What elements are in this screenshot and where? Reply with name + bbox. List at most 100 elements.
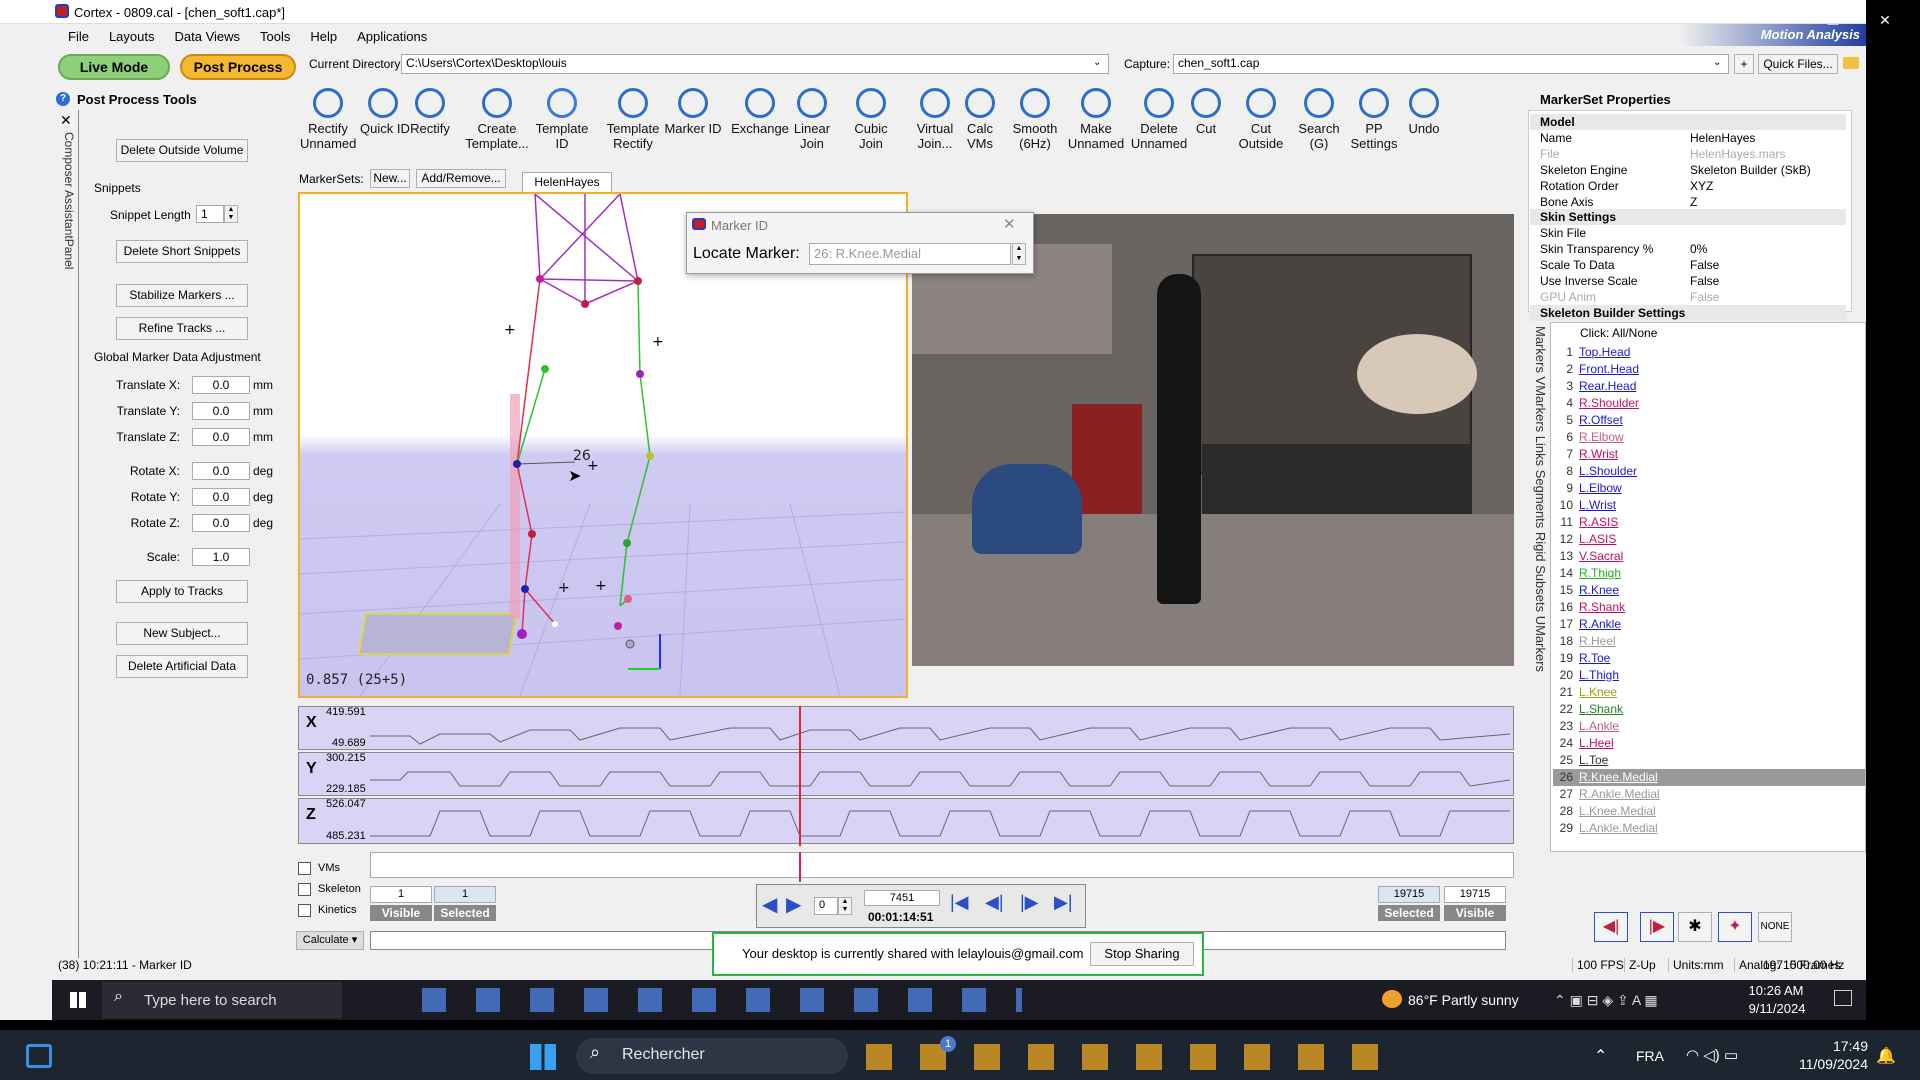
help-icon[interactable]: ? <box>56 92 70 106</box>
skeleton-checkbox[interactable] <box>298 883 311 896</box>
marker-list-item[interactable]: 2 Front.Head <box>1553 361 1865 378</box>
rotate-x-input[interactable]: 0.0 <box>192 462 250 480</box>
current-directory-field[interactable]: C:\Users\Cortex\Desktop\louis <box>401 54 1109 74</box>
step-back-icon[interactable]: ◀| <box>985 892 1004 913</box>
menu-layouts[interactable]: Layouts <box>109 26 155 48</box>
network-volume-battery-icons[interactable]: ◠ ◁) ▭ <box>1686 1046 1738 1064</box>
locate-marker-stepper[interactable]: ▲ ▼ <box>1012 243 1026 265</box>
next-marker-button[interactable]: |▶ <box>1640 912 1674 942</box>
marker-list-item[interactable]: 23 L.Ankle <box>1553 718 1865 735</box>
toolbar-marker-id-button[interactable]: Marker ID <box>660 88 726 136</box>
property-row[interactable]: Rotation Order XYZ <box>1530 178 1846 194</box>
menu-file[interactable]: File <box>68 26 89 48</box>
toolbar-make-unnamed-button[interactable]: Make Unnamed <box>1064 88 1128 151</box>
toolbar-pp-settings-button[interactable]: PP Settings <box>1346 88 1402 151</box>
delete-short-snippets-button[interactable]: Delete Short Snippets <box>116 240 248 263</box>
current-frame-input[interactable]: 7451 <box>864 890 940 906</box>
end-visible-frame[interactable]: 19715 <box>1444 886 1506 903</box>
marker-list-item[interactable]: 29 L.Ankle.Medial <box>1553 820 1865 837</box>
rotate-y-input[interactable]: 0.0 <box>192 488 250 506</box>
marker-list-item[interactable]: 28 L.Knee.Medial <box>1553 803 1865 820</box>
folder-icon[interactable] <box>1843 57 1859 69</box>
menu-help[interactable]: Help <box>310 26 337 48</box>
translate-y-input[interactable]: 0.0 <box>192 402 250 420</box>
property-row[interactable]: Name HelenHayes <box>1530 130 1846 146</box>
menu-data-views[interactable]: Data Views <box>175 26 241 48</box>
marker-list-item[interactable]: 17 R.Ankle <box>1553 616 1865 633</box>
marker-list-item[interactable]: 12 L.ASIS <box>1553 531 1865 548</box>
toolbar-template-rectify-button[interactable]: Template Rectify <box>598 88 668 151</box>
toolbar-create-template-button[interactable]: Create Template... <box>462 88 532 151</box>
markerset-new-button[interactable]: New... <box>370 169 410 188</box>
marker-vertical-tabs[interactable]: Markers VMarkers Links Segments Rigid Su… <box>1530 326 1548 746</box>
toolbar-rectify-unnamed-button[interactable]: Rectify Unnamed <box>300 88 356 151</box>
end-selected-frame[interactable]: 19715 <box>1378 886 1440 903</box>
toolbar-quick-id-button[interactable]: Quick ID <box>360 88 410 136</box>
marker-list-item[interactable]: 27 R.Ankle.Medial <box>1553 786 1865 803</box>
toolbar-rectify-button[interactable]: Rectify <box>410 88 450 136</box>
marker-list-item[interactable]: 15 R.Knee <box>1553 582 1865 599</box>
delete-outside-volume-button[interactable]: Delete Outside Volume <box>116 139 248 162</box>
quick-files-button[interactable]: Quick Files... <box>1758 54 1838 74</box>
first-frame-icon[interactable]: |◀ <box>950 892 969 913</box>
minimize-button[interactable]: — <box>1748 8 1806 32</box>
toolbar-search-button[interactable]: Search (G) <box>1294 88 1344 151</box>
property-group-header[interactable]: Model <box>1530 114 1846 130</box>
marker-list-item[interactable]: 21 L.Knee <box>1553 684 1865 701</box>
marker-list-item[interactable]: 5 R.Offset <box>1553 412 1865 429</box>
property-group-header[interactable]: Skeleton Builder Settings <box>1530 304 1846 321</box>
vms-checkbox[interactable] <box>298 862 311 875</box>
property-group-header[interactable]: Skin Settings <box>1530 209 1846 226</box>
property-row[interactable]: File HelenHayes.mars <box>1530 146 1846 162</box>
side-vertical-tabs[interactable]: Composer AssistantPanel <box>58 132 76 302</box>
toolbar-smooth-button[interactable]: Smooth (6Hz) <box>1008 88 1062 151</box>
play-icon[interactable]: ▶ <box>786 892 801 917</box>
add-capture-button[interactable]: + <box>1734 54 1754 74</box>
click-all-none[interactable]: Click: All/None <box>1580 326 1657 340</box>
new-subject-button[interactable]: New Subject... <box>116 622 248 645</box>
property-row[interactable]: Scale To Data False <box>1530 257 1846 273</box>
chevron-up-icon[interactable]: ⌃ <box>1594 1046 1607 1066</box>
toolbar-template-id-button[interactable]: Template ID <box>532 88 592 151</box>
timeline-track[interactable] <box>370 852 1514 878</box>
selected-markers-button[interactable]: ✦ <box>1718 912 1752 942</box>
close-icon[interactable]: ✕ <box>60 112 72 129</box>
property-row[interactable]: Use Inverse Scale False <box>1530 273 1846 289</box>
translate-x-input[interactable]: 0.0 <box>192 376 250 394</box>
post-process-button[interactable]: Post Process <box>180 54 296 80</box>
host-search-box[interactable] <box>576 1038 848 1074</box>
marker-list-item[interactable]: 25 L.Toe <box>1553 752 1865 769</box>
start-selected-frame[interactable]: 1 <box>434 886 496 903</box>
maximize-button[interactable]: ❐ <box>1804 8 1862 32</box>
stabilize-markers-button[interactable]: Stabilize Markers ... <box>116 284 248 307</box>
marker-list-item[interactable]: 9 L.Elbow <box>1553 480 1865 497</box>
marker-list-item[interactable]: 20 L.Thigh <box>1553 667 1865 684</box>
scale-input[interactable]: 1.0 <box>192 548 250 566</box>
all-markers-button[interactable]: ✱ <box>1678 912 1712 942</box>
marker-list-item[interactable]: 1 Top.Head <box>1553 344 1865 361</box>
capture-field[interactable]: chen_soft1.cap <box>1173 54 1729 74</box>
none-markers-button[interactable]: NONE <box>1758 912 1792 942</box>
timeline-playhead[interactable] <box>799 852 801 882</box>
playback-step-stepper[interactable]: ▲ ▼ <box>838 897 852 915</box>
bell-icon[interactable]: 🔔 <box>1876 1046 1896 1066</box>
delete-artificial-data-button[interactable]: Delete Artificial Data <box>116 655 248 678</box>
chevron-down-icon[interactable]: ⌄ <box>1713 57 1721 68</box>
calculate-dropdown[interactable]: Calculate ▾ <box>296 931 364 950</box>
live-mode-button[interactable]: Live Mode <box>58 54 170 80</box>
marker-list-item[interactable]: 11 R.ASIS <box>1553 514 1865 531</box>
marker-list-item[interactable]: 3 Rear.Head <box>1553 378 1865 395</box>
windows-start-icon[interactable] <box>70 992 86 1008</box>
last-frame-icon[interactable]: ▶| <box>1054 892 1073 913</box>
playback-step-input[interactable]: 0 <box>814 897 838 915</box>
toolbar-calc-vms-button[interactable]: Calc VMs <box>958 88 1002 151</box>
language-indicator[interactable]: FRA <box>1636 1048 1664 1064</box>
markerset-add-remove-button[interactable]: Add/Remove... <box>416 169 506 188</box>
marker-list-item[interactable]: 22 L.Shank <box>1553 701 1865 718</box>
toolbar-linear-join-button[interactable]: Linear Join <box>788 88 836 151</box>
toolbar-exchange-button[interactable]: Exchange <box>728 88 792 136</box>
close-button[interactable]: ✕ <box>1860 8 1910 32</box>
close-icon[interactable]: ✕ <box>1003 215 1016 233</box>
play-reverse-icon[interactable]: ◀ <box>762 892 777 917</box>
toolbar-delete-unnamed-button[interactable]: Delete Unnamed <box>1126 88 1192 151</box>
